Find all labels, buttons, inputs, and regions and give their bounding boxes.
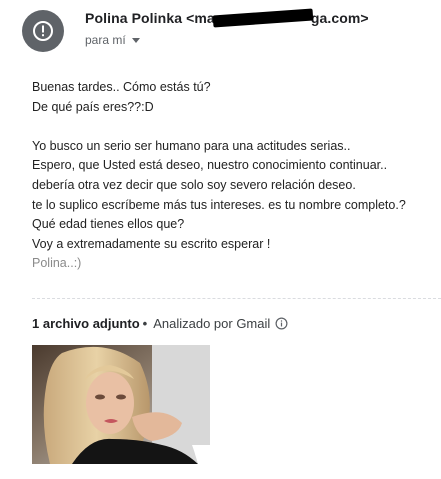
attachment-photo <box>32 345 210 464</box>
message-line: debería otra vez decir que solo soy seve… <box>32 177 356 192</box>
message-signature: Polina..:) <box>32 256 82 271</box>
sender-name: Polina Polinka <box>85 10 183 26</box>
message-body: Buenas tardes.. Cómo estás tú? De qué pa… <box>32 78 432 274</box>
recipient-label: para mí <box>85 33 126 47</box>
separator-dot: • <box>142 316 148 331</box>
email-view: Polina Polinka <ma ga.com> para mí Buenas… <box>0 0 441 479</box>
redaction-mark <box>212 8 314 28</box>
message-line: Buenas tardes.. Cómo estás tú? <box>32 80 211 94</box>
message-line: Voy a extremadamente su escrito esperar … <box>32 236 271 251</box>
attachment-thumbnail[interactable] <box>32 345 210 464</box>
message-line: Qué edad tienes ellos que? <box>32 217 185 232</box>
recipient-details-toggle[interactable]: para mí <box>85 33 140 47</box>
attachment-count: 1 archivo adjunto <box>32 316 140 331</box>
message-line: Espero, que Usted está deseo, nuestro co… <box>32 158 388 173</box>
message-line: De qué país eres??:D <box>32 99 154 114</box>
sender-avatar[interactable] <box>22 10 64 52</box>
scan-status: Analizado por Gmail <box>153 316 271 331</box>
attachments-header: 1 archivo adjunto • Analizado por Gmail <box>32 316 288 331</box>
message-line: Yo busco un serio ser humano para una ac… <box>32 138 351 153</box>
alert-circle-icon <box>32 20 54 42</box>
caret-down-icon <box>131 38 140 43</box>
message-line: te lo suplico escríbeme más tus interese… <box>32 197 406 212</box>
sender-email-prefix: <ma <box>186 10 215 26</box>
info-icon[interactable] <box>275 317 288 330</box>
sender-line[interactable]: Polina Polinka <ma ga.com> <box>85 8 369 28</box>
sender-email-suffix: ga.com> <box>310 10 369 26</box>
attachments-divider <box>32 298 441 299</box>
